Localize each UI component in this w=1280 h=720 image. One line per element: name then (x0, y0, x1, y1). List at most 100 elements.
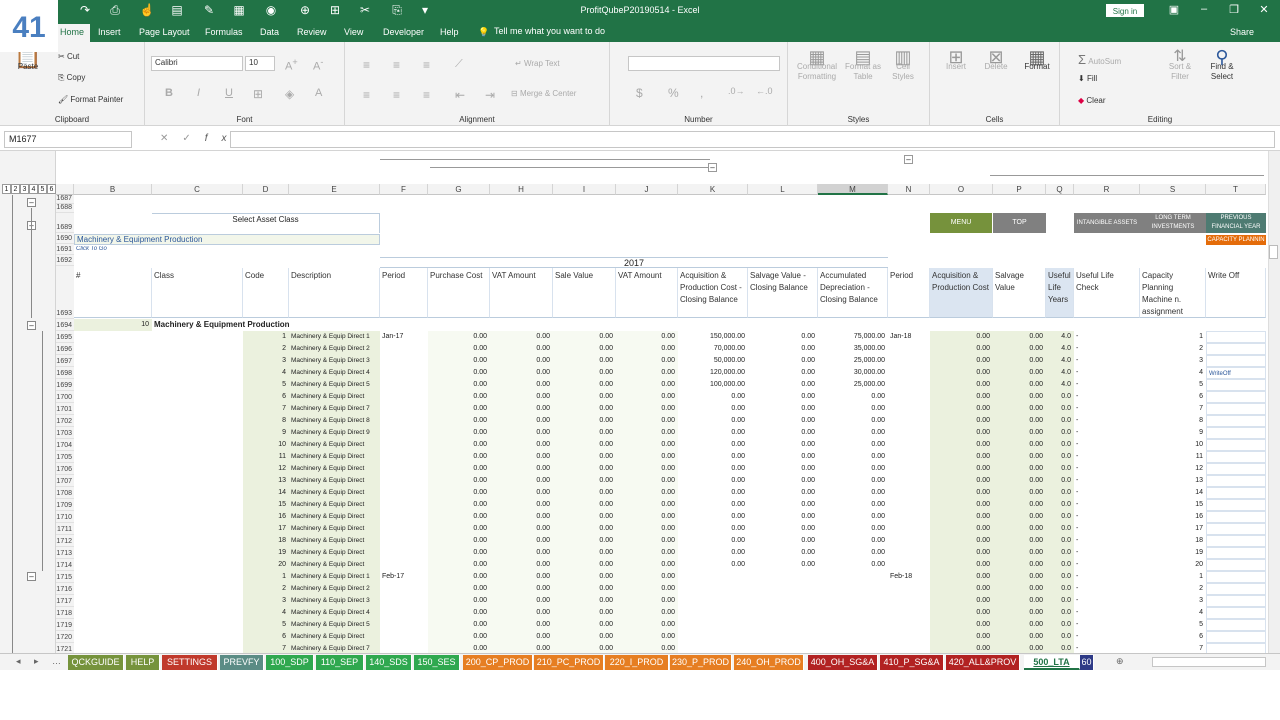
formula-input[interactable] (230, 131, 1275, 148)
value-cell-j[interactable]: 0.00 (616, 451, 678, 463)
write-off-cell[interactable] (1206, 463, 1266, 475)
row-header[interactable]: 1692 (56, 255, 74, 266)
value-cell-s[interactable]: 17 (1140, 523, 1206, 535)
value-cell-q[interactable]: 0.0 (1046, 439, 1074, 451)
value-cell-p[interactable]: 0.00 (993, 643, 1046, 653)
value-cell-l[interactable]: 0.00 (748, 511, 818, 523)
row-header[interactable]: 1697 (56, 355, 74, 367)
row-header[interactable]: 1694 (56, 319, 74, 331)
value-cell-m[interactable]: 0.00 (818, 511, 888, 523)
value-cell-i[interactable]: 0.00 (553, 595, 616, 607)
write-off-cell[interactable] (1206, 535, 1266, 547)
value-cell-h[interactable]: 0.00 (490, 499, 553, 511)
row-header[interactable]: 1705 (56, 451, 74, 463)
cell-styles-button[interactable]: ▥ Cell Styles (886, 48, 920, 82)
value-cell-s[interactable]: 3 (1140, 355, 1206, 367)
write-off-cell[interactable] (1206, 643, 1266, 653)
value-cell-o[interactable]: 0.00 (930, 583, 993, 595)
value-cell-o[interactable]: 0.00 (930, 571, 993, 583)
value-cell-o[interactable]: 0.00 (930, 499, 993, 511)
value-cell-k[interactable] (678, 583, 748, 595)
value-cell-l[interactable] (748, 595, 818, 607)
value-cell-q[interactable]: 0.0 (1046, 607, 1074, 619)
value-cell-o[interactable]: 0.00 (930, 331, 993, 343)
column-header[interactable]: I (553, 184, 616, 195)
tab-scroll-right-icon[interactable]: ▸ (34, 656, 39, 667)
value-cell-k[interactable]: 0.00 (678, 451, 748, 463)
row-header[interactable]: 1693 (56, 266, 74, 319)
value-cell-g[interactable]: 0.00 (428, 631, 490, 643)
value-cell-g[interactable]: 0.00 (428, 523, 490, 535)
value-cell-q[interactable]: 0.0 (1046, 583, 1074, 595)
value-cell-q[interactable]: 4.0 (1046, 379, 1074, 391)
value-cell-g[interactable]: 0.00 (428, 583, 490, 595)
column-header[interactable]: G (428, 184, 490, 195)
sheet-tab[interactable]: 200_CP_PROD (463, 655, 533, 670)
value-cell-h[interactable]: 0.00 (490, 583, 553, 595)
format-as-table-button[interactable]: ▤ Format as Table (844, 48, 882, 82)
value-cell-l[interactable]: 0.00 (748, 535, 818, 547)
value-cell-p[interactable]: 0.00 (993, 511, 1046, 523)
align-left-icon[interactable]: ≡ (363, 88, 370, 102)
row-header[interactable]: 1721 (56, 643, 74, 653)
find-select-button[interactable]: ⚲ Find & Select (1202, 48, 1242, 82)
value-cell-g[interactable]: 0.00 (428, 355, 490, 367)
row-header[interactable]: 1718 (56, 607, 74, 619)
value-cell-g[interactable]: 0.00 (428, 379, 490, 391)
column-header[interactable]: D (243, 184, 289, 195)
value-cell-k[interactable] (678, 571, 748, 583)
write-off-cell[interactable] (1206, 379, 1266, 391)
value-cell-g[interactable]: 0.00 (428, 487, 490, 499)
row-header[interactable]: 1689 (56, 213, 74, 233)
value-cell-l[interactable]: 0.00 (748, 343, 818, 355)
row-header[interactable]: 1699 (56, 379, 74, 391)
write-off-cell[interactable] (1206, 343, 1266, 355)
collapse-rows-icon[interactable]: – (27, 572, 36, 581)
value-cell-q[interactable]: 4.0 (1046, 331, 1074, 343)
capacity-planning-button[interactable]: CAPACITY PLANNIN (1206, 235, 1266, 245)
value-cell-q[interactable]: 0.0 (1046, 547, 1074, 559)
sign-in-button[interactable]: Sign in (1106, 4, 1144, 17)
outline-level-button[interactable]: 5 (38, 184, 47, 194)
tell-me-search[interactable]: Tell me what you want to do (494, 26, 605, 36)
value-cell-j[interactable]: 0.00 (616, 331, 678, 343)
value-cell-p[interactable]: 0.00 (993, 451, 1046, 463)
value-cell-j[interactable]: 0.00 (616, 391, 678, 403)
row-header[interactable]: 1704 (56, 439, 74, 451)
row-header[interactable]: 1708 (56, 487, 74, 499)
value-cell-p[interactable]: 0.00 (993, 607, 1046, 619)
value-cell-g[interactable]: 0.00 (428, 619, 490, 631)
value-cell-i[interactable]: 0.00 (553, 547, 616, 559)
value-cell-l[interactable]: 0.00 (748, 439, 818, 451)
sheet-tab[interactable]: QCKGUIDE (68, 655, 124, 670)
column-header[interactable]: T (1206, 184, 1266, 195)
value-cell-l[interactable]: 0.00 (748, 427, 818, 439)
value-cell-q[interactable]: 0.0 (1046, 403, 1074, 415)
italic-button[interactable]: I (197, 87, 200, 99)
value-cell-o[interactable]: 0.00 (930, 547, 993, 559)
outline-level-button[interactable]: 2 (11, 184, 20, 194)
value-cell-q[interactable]: 0.0 (1046, 523, 1074, 535)
enter-icon[interactable]: ✓ (182, 133, 204, 144)
value-cell-j[interactable]: 0.00 (616, 571, 678, 583)
value-cell-m[interactable]: 0.00 (818, 475, 888, 487)
value-cell-i[interactable]: 0.00 (553, 583, 616, 595)
value-cell-o[interactable]: 0.00 (930, 643, 993, 653)
write-off-cell[interactable] (1206, 583, 1266, 595)
grow-font-icon[interactable]: A+ (285, 57, 298, 73)
value-cell-m[interactable]: 0.00 (818, 415, 888, 427)
restore-icon[interactable]: ❐ (1224, 3, 1244, 16)
value-cell-h[interactable]: 0.00 (490, 463, 553, 475)
value-cell-q[interactable]: 0.0 (1046, 427, 1074, 439)
value-cell-k[interactable]: 150,000.00 (678, 331, 748, 343)
column-header[interactable]: F (380, 184, 428, 195)
value-cell-m[interactable]: 30,000.00 (818, 367, 888, 379)
tab-review[interactable]: Review (297, 27, 327, 37)
value-cell-h[interactable]: 0.00 (490, 607, 553, 619)
tab-data[interactable]: Data (260, 27, 279, 37)
value-cell-g[interactable]: 0.00 (428, 439, 490, 451)
value-cell-p[interactable]: 0.00 (993, 535, 1046, 547)
write-off-cell[interactable] (1206, 571, 1266, 583)
tab-insert[interactable]: Insert (98, 27, 121, 37)
value-cell-k[interactable] (678, 619, 748, 631)
